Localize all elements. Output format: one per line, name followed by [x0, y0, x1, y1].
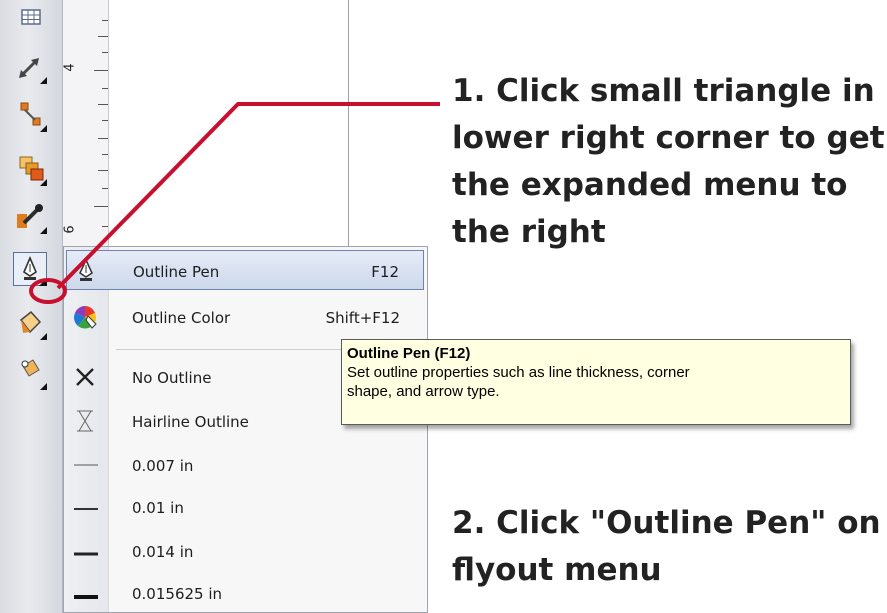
outline-flyout-menu: Outline Pen F12 Outline Color Shift+F12 … — [63, 246, 428, 613]
menu-item-0-015625-in[interactable]: 0.015625 in — [66, 573, 424, 613]
page-border — [348, 0, 349, 248]
interactive-fill-tool-button[interactable] — [13, 356, 47, 390]
menu-item-0-014-in[interactable]: 0.014 in — [66, 531, 424, 571]
outline-tool-button[interactable] — [13, 252, 47, 286]
annotation-line: 2. Click "Outline Pen" on — [452, 505, 881, 541]
dimension-tool-button[interactable] — [13, 50, 47, 84]
ruler-label: 6 — [62, 225, 78, 234]
menu-item-0-007-in[interactable]: 0.007 in — [66, 445, 424, 485]
menu-item-label: Hairline Outline — [132, 413, 249, 431]
annotation-line: the right — [452, 214, 606, 250]
menu-item-0-01-in[interactable]: 0.01 in — [66, 487, 424, 527]
menu-item-shortcut: Shift+F12 — [325, 309, 400, 327]
line-weight-icon — [74, 508, 98, 510]
tooltip-line: shape, and arrow type. — [347, 383, 500, 400]
vertical-ruler[interactable]: 4 6 — [63, 0, 109, 246]
annotation-line: lower right corner to get — [452, 120, 885, 156]
menu-item-label: No Outline — [132, 369, 212, 387]
menu-item-label: 0.01 in — [132, 499, 184, 517]
annotation-line: 1. Click small triangle in — [452, 73, 875, 109]
table-tool-button[interactable] — [13, 6, 47, 40]
paint-bucket-icon — [19, 310, 47, 340]
connector-tool-button[interactable] — [13, 98, 47, 132]
line-weight-icon — [74, 464, 98, 466]
outline-pen-tooltip: Outline Pen (F12) Set outline properties… — [341, 339, 851, 425]
menu-item-label: Outline Color — [132, 309, 231, 327]
toolbox — [0, 0, 63, 613]
annotation-step-2: 2. Click "Outline Pen" on flyout menu — [452, 500, 881, 594]
menu-item-label: 0.015625 in — [132, 585, 223, 603]
tooltip-title: Outline Pen (F12) — [347, 345, 471, 362]
x-icon — [76, 368, 94, 386]
line-weight-icon — [74, 552, 98, 556]
blend-icon — [19, 156, 47, 186]
blend-tool-button[interactable] — [13, 152, 47, 186]
eyedropper-icon — [17, 204, 47, 234]
color-wheel-icon — [74, 306, 97, 329]
annotation-line: flyout menu — [452, 552, 662, 588]
interactive-fill-icon — [21, 359, 47, 390]
fill-tool-button[interactable] — [13, 306, 47, 340]
tooltip-line: Set outline properties such as line thic… — [347, 364, 690, 381]
line-weight-icon — [74, 595, 98, 599]
menu-item-label: Outline Pen — [133, 263, 220, 281]
eyedropper-tool-button[interactable] — [13, 200, 47, 234]
table-icon — [21, 9, 41, 25]
menu-item-label: 0.007 in — [132, 457, 194, 475]
menu-item-label: 0.014 in — [132, 543, 194, 561]
hairline-icon — [77, 410, 93, 432]
outline-pen-icon — [79, 258, 93, 281]
menu-item-outline-pen[interactable]: Outline Pen F12 — [66, 250, 424, 290]
menu-item-outline-color[interactable]: Outline Color Shift+F12 — [66, 297, 424, 337]
dimension-icon — [19, 58, 47, 84]
annotation-line: the expanded menu to — [452, 167, 848, 203]
connector-icon — [20, 102, 47, 132]
menu-item-shortcut: F12 — [371, 263, 399, 281]
outline-pen-icon — [23, 255, 47, 286]
ruler-label: 4 — [62, 63, 78, 72]
annotation-step-1: 1. Click small triangle in lower right c… — [452, 68, 885, 256]
